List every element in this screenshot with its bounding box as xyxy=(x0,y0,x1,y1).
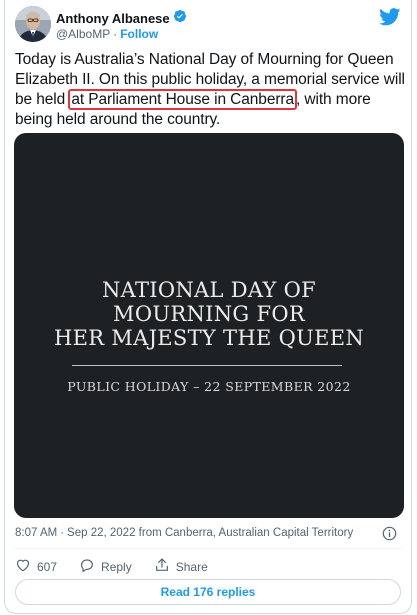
read-replies-button[interactable]: Read 176 replies xyxy=(15,579,401,605)
follow-button[interactable]: Follow xyxy=(120,27,158,41)
tweet-meta: 8:07 AM · Sep 22, 2022 from Canberra, Au… xyxy=(15,527,353,539)
tweet-date-location[interactable]: Sep 22, 2022 from Canberra, Australian C… xyxy=(67,527,353,539)
divider xyxy=(15,548,401,549)
share-icon xyxy=(154,557,170,576)
reply-button[interactable]: Reply xyxy=(79,557,132,576)
author-name-row: Anthony Albanese xyxy=(56,9,187,28)
share-button[interactable]: Share xyxy=(154,557,208,576)
tweet-time[interactable]: 8:07 AM xyxy=(15,527,57,539)
media-divider xyxy=(72,365,342,366)
tweet-text: Today is Australia’s National Day of Mou… xyxy=(15,50,407,130)
tweet-card: Anthony Albanese @AlboMP · Follow Today … xyxy=(4,0,412,614)
tweet-header: Anthony Albanese @AlboMP · Follow xyxy=(5,0,411,50)
like-button[interactable]: 607 xyxy=(15,557,57,576)
verified-badge-icon xyxy=(173,9,187,28)
handle-separator: · xyxy=(113,27,118,41)
media-heading-line: NATIONAL DAY OF xyxy=(101,278,317,302)
highlighted-location: at Parliament House in Canberra xyxy=(68,89,297,110)
reply-icon xyxy=(79,557,95,576)
media-heading-line: MOURNING FOR xyxy=(113,302,305,326)
tweet-actions: 607 Reply Share xyxy=(15,557,230,576)
tweet-media-image[interactable]: NATIONAL DAY OF MOURNING FOR HER MAJESTY… xyxy=(14,133,404,518)
author-name[interactable]: Anthony Albanese xyxy=(56,11,170,26)
handle-row: @AlboMP · Follow xyxy=(56,27,158,41)
info-icon[interactable] xyxy=(382,526,397,541)
twitter-bird-icon[interactable] xyxy=(379,8,401,26)
avatar[interactable] xyxy=(15,6,51,42)
media-subheading: PUBLIC HOLIDAY – 22 SEPTEMBER 2022 xyxy=(67,379,351,394)
heart-icon xyxy=(15,557,31,576)
reply-label: Reply xyxy=(101,559,132,574)
author-handle[interactable]: @AlboMP xyxy=(56,27,110,41)
like-count: 607 xyxy=(37,559,58,574)
media-heading: NATIONAL DAY OF MOURNING FOR HER MAJESTY… xyxy=(14,278,404,350)
meta-separator: · xyxy=(60,527,65,539)
share-label: Share xyxy=(175,559,208,574)
media-heading-line: HER MAJESTY THE QUEEN xyxy=(53,326,365,350)
